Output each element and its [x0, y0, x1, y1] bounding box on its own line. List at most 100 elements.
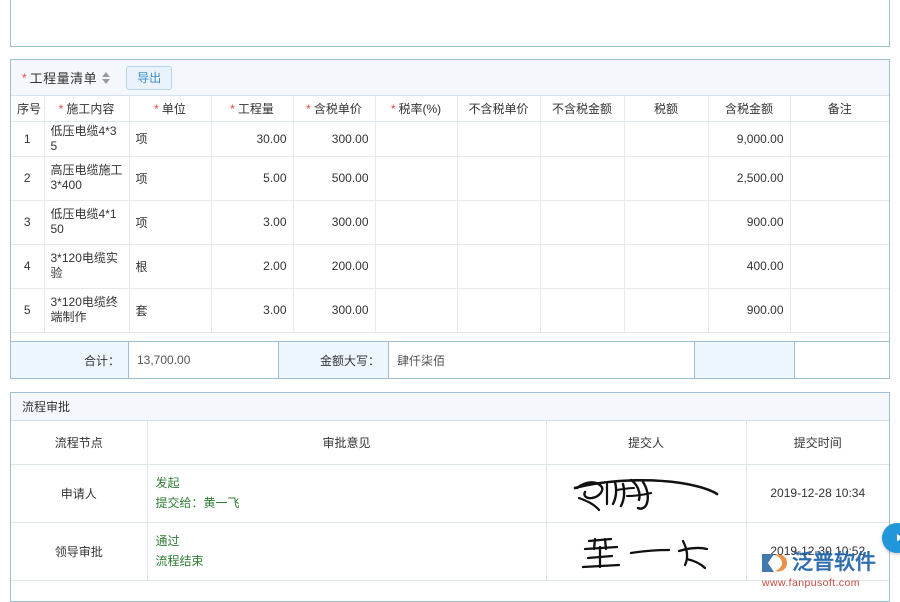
cell-desc[interactable]: 高压电缆施工3*400	[44, 156, 129, 200]
approval-table-body: 申请人 发起 提交给：黄一飞	[11, 464, 889, 580]
column-header-submitter: 提交人	[546, 421, 746, 464]
cell-tax-included-price[interactable]: 300.00	[293, 121, 375, 156]
approval-header-row: 流程节点 审批意见 提交人 提交时间	[11, 421, 889, 464]
cell-net-price	[457, 121, 540, 156]
required-star-icon: *	[391, 102, 396, 116]
table-row[interactable]: 5 3*120电缆终端制作 套 3.00 300.00 900.00	[11, 288, 889, 332]
sort-updown-icon[interactable]	[102, 72, 110, 84]
summary-spacer-left	[695, 342, 795, 378]
cell-memo[interactable]	[790, 200, 889, 244]
cell-memo[interactable]	[790, 121, 889, 156]
cell-memo[interactable]	[790, 244, 889, 288]
cell-unit[interactable]: 项	[129, 200, 211, 244]
cell-memo[interactable]	[790, 156, 889, 200]
table-row[interactable]: 2 高压电缆施工3*400 项 5.00 500.00 2,500.00	[11, 156, 889, 200]
column-header-tax-amount: 税额	[624, 96, 708, 121]
cell-tax-rate[interactable]	[375, 200, 457, 244]
cell-total-amount: 900.00	[708, 288, 790, 332]
cell-flow-node: 申请人	[11, 464, 147, 522]
column-label: 施工内容	[66, 102, 114, 116]
cell-net-amount	[540, 244, 624, 288]
cell-quantity[interactable]: 3.00	[211, 288, 293, 332]
cell-tax-rate[interactable]	[375, 244, 457, 288]
cell-total-amount: 400.00	[708, 244, 790, 288]
cell-unit[interactable]: 项	[129, 156, 211, 200]
approval-flow-table: 流程节点 审批意见 提交人 提交时间 申请人 发起 提交给：黄一飞	[11, 421, 889, 581]
cell-net-amount	[540, 200, 624, 244]
opinion-line-2: 流程结束	[156, 551, 538, 571]
cell-tax-amount	[624, 288, 708, 332]
cell-net-price	[457, 244, 540, 288]
required-star-icon: *	[59, 102, 64, 116]
required-star-icon: *	[230, 102, 235, 116]
cell-net-amount	[540, 156, 624, 200]
cell-memo[interactable]	[790, 288, 889, 332]
cell-submitter-signature	[546, 464, 746, 522]
column-label: 不含税金额	[552, 102, 612, 116]
approval-flow-panel: 流程审批 流程节点 审批意见 提交人 提交时间 申请人 发起 提交给：黄一飞	[10, 392, 890, 602]
cell-tax-amount	[624, 156, 708, 200]
cell-tax-amount	[624, 121, 708, 156]
boq-table-header: 序号 *施工内容 *单位 *工程量 *含税单价 *税率(%) 不含税单价 不含税…	[11, 96, 889, 121]
top-form-panel	[10, 0, 890, 47]
cell-quantity[interactable]: 2.00	[211, 244, 293, 288]
total-value: 13,700.00	[129, 342, 279, 378]
column-label: 税额	[654, 102, 678, 116]
boq-toolbar: * 工程量清单 导出	[11, 60, 889, 96]
table-row[interactable]: 4 3*120电缆实验 根 2.00 200.00 400.00	[11, 244, 889, 288]
required-star-icon: *	[22, 72, 27, 84]
boq-panel-title: 工程量清单	[30, 68, 98, 87]
boq-summary-row: 合计： 13,700.00 金额大写： 肆仟柒佰	[11, 341, 889, 378]
column-header-net-amount: 不含税金额	[540, 96, 624, 121]
column-header-memo: 备注	[790, 96, 889, 121]
table-row[interactable]: 3 低压电缆4*150 项 3.00 300.00 900.00	[11, 200, 889, 244]
cell-net-price	[457, 288, 540, 332]
column-header-submit-time: 提交时间	[746, 421, 889, 464]
cell-tax-rate[interactable]	[375, 156, 457, 200]
cell-net-amount	[540, 121, 624, 156]
cell-unit[interactable]: 项	[129, 121, 211, 156]
cell-unit[interactable]: 根	[129, 244, 211, 288]
column-label: 不含税单价	[468, 102, 528, 116]
cell-submit-time: 2019-12-28 10:34	[746, 464, 889, 522]
cell-quantity[interactable]: 5.00	[211, 156, 293, 200]
cell-unit[interactable]: 套	[129, 288, 211, 332]
cell-submit-time: 2019-12-30 10:52	[746, 522, 889, 580]
cell-tax-included-price[interactable]: 300.00	[293, 200, 375, 244]
column-header-approval-opinion: 审批意见	[147, 421, 546, 464]
column-header-seq: 序号	[11, 96, 44, 121]
cell-desc[interactable]: 低压电缆4*150	[44, 200, 129, 244]
column-header-desc: *施工内容	[44, 96, 129, 121]
column-label: 含税金额	[725, 102, 773, 116]
cell-desc[interactable]: 3*120电缆终端制作	[44, 288, 129, 332]
cell-total-amount: 9,000.00	[708, 121, 790, 156]
cell-tax-included-price[interactable]: 500.00	[293, 156, 375, 200]
column-label: 序号	[17, 102, 41, 116]
cell-seq: 4	[11, 244, 44, 288]
column-header-flow-node: 流程节点	[11, 421, 147, 464]
cell-quantity[interactable]: 30.00	[211, 121, 293, 156]
cell-tax-rate[interactable]	[375, 121, 457, 156]
column-header-quantity: *工程量	[211, 96, 293, 121]
cell-desc[interactable]: 3*120电缆实验	[44, 244, 129, 288]
column-header-unit: *单位	[129, 96, 211, 121]
cell-net-price	[457, 156, 540, 200]
table-row: 领导审批 通过 流程结束	[11, 522, 889, 580]
cell-net-amount	[540, 288, 624, 332]
boq-header-row: 序号 *施工内容 *单位 *工程量 *含税单价 *税率(%) 不含税单价 不含税…	[11, 96, 889, 121]
cell-tax-included-price[interactable]: 200.00	[293, 244, 375, 288]
cell-quantity[interactable]: 3.00	[211, 200, 293, 244]
export-button[interactable]: 导出	[126, 66, 172, 90]
cell-tax-amount	[624, 244, 708, 288]
boq-table: 序号 *施工内容 *单位 *工程量 *含税单价 *税率(%) 不含税单价 不含税…	[11, 96, 889, 333]
boq-table-body: 1 低压电缆4*35 项 30.00 300.00 9,000.00 2 高压电…	[11, 121, 889, 332]
opinion-line-1: 通过	[156, 531, 538, 551]
column-label: 税率(%)	[399, 102, 442, 116]
table-row[interactable]: 1 低压电缆4*35 项 30.00 300.00 9,000.00	[11, 121, 889, 156]
cell-desc[interactable]: 低压电缆4*35	[44, 121, 129, 156]
cell-tax-rate[interactable]	[375, 288, 457, 332]
cell-total-amount: 900.00	[708, 200, 790, 244]
opinion-line-1: 发起	[156, 473, 538, 493]
amount-in-words-value: 肆仟柒佰	[389, 342, 695, 378]
cell-tax-included-price[interactable]: 300.00	[293, 288, 375, 332]
